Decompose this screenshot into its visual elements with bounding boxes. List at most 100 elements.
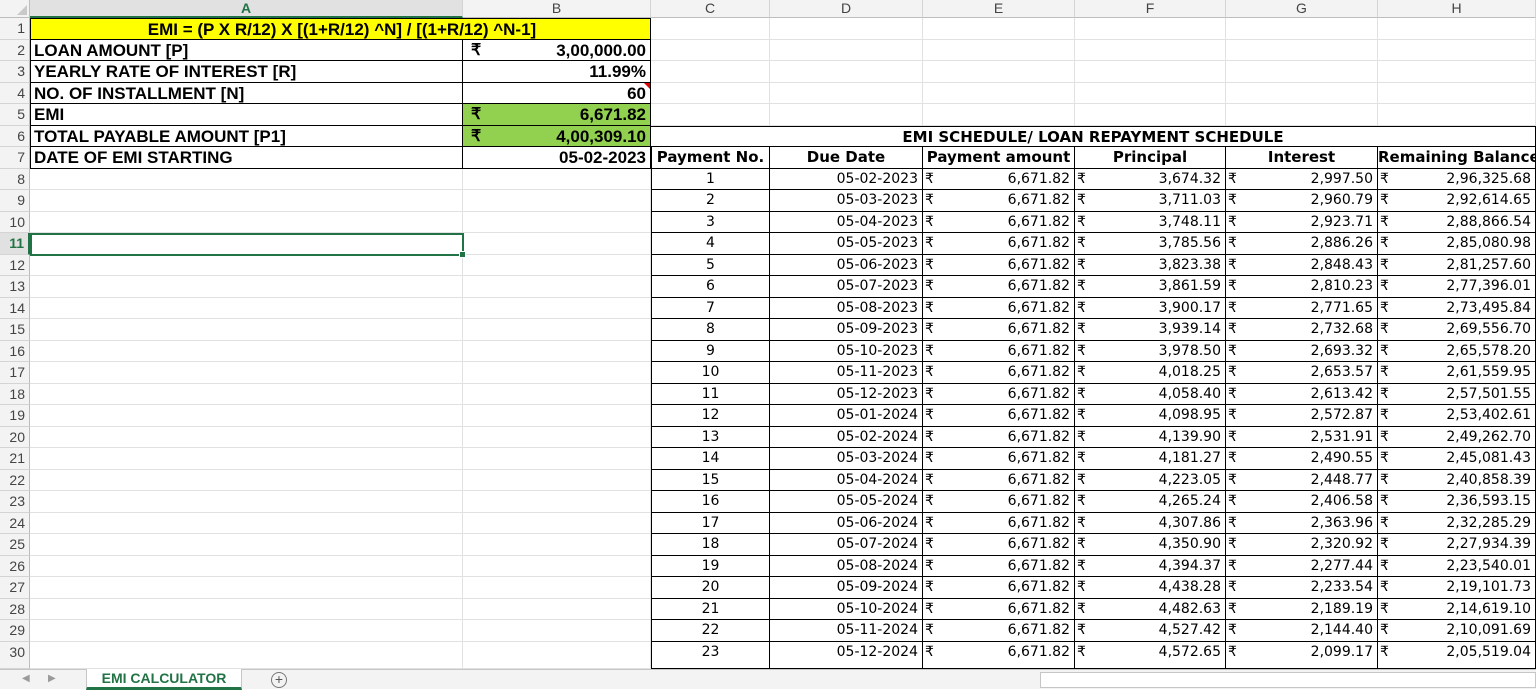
schedule-cell[interactable]: ₹6,671.82 [923,620,1075,642]
empty-cell[interactable] [463,276,651,298]
schedule-cell[interactable]: ₹2,57,501.55 [1378,383,1536,405]
column-header-g[interactable]: G [1226,0,1378,18]
schedule-cell[interactable]: 05-12-2023 [770,383,923,405]
schedule-cell[interactable]: ₹6,671.82 [923,254,1075,276]
empty-cell[interactable] [463,577,651,599]
empty-cell[interactable] [463,555,651,577]
schedule-cell[interactable]: ₹6,671.82 [923,641,1075,669]
schedule-header-payment-no[interactable]: Payment No. [651,147,770,169]
tab-scroll-right-icon[interactable]: ▶ [48,673,56,684]
empty-cell[interactable] [1226,82,1378,104]
schedule-cell[interactable]: ₹2,36,593.15 [1378,491,1536,513]
schedule-cell[interactable]: ₹2,45,081.43 [1378,448,1536,470]
schedule-cell[interactable]: 23 [651,641,770,669]
empty-cell[interactable] [463,383,651,405]
schedule-cell[interactable]: ₹6,671.82 [923,319,1075,341]
schedule-cell[interactable]: ₹3,674.32 [1075,168,1226,190]
schedule-cell[interactable]: 20 [651,577,770,599]
column-header-b[interactable]: B [463,0,651,18]
empty-cell[interactable] [923,82,1075,104]
add-sheet-icon[interactable]: + [271,672,287,688]
empty-cell[interactable] [30,620,463,642]
schedule-cell[interactable]: ₹6,671.82 [923,233,1075,255]
schedule-cell[interactable]: ₹6,671.82 [923,168,1075,190]
empty-cell[interactable] [1075,61,1226,83]
summary-label[interactable]: TOTAL PAYABLE AMOUNT [P1] [30,125,463,147]
schedule-cell[interactable]: ₹4,223.05 [1075,469,1226,491]
schedule-cell[interactable]: ₹3,748.11 [1075,211,1226,233]
schedule-header-interest[interactable]: Interest [1226,147,1378,169]
empty-cell[interactable] [30,319,463,341]
schedule-cell[interactable]: ₹2,771.65 [1226,297,1378,319]
schedule-cell[interactable]: 5 [651,254,770,276]
schedule-cell[interactable]: ₹2,189.19 [1226,598,1378,620]
schedule-cell[interactable]: ₹2,572.87 [1226,405,1378,427]
schedule-cell[interactable]: ₹2,531.91 [1226,426,1378,448]
schedule-cell[interactable]: ₹2,233.54 [1226,577,1378,599]
schedule-cell[interactable]: ₹2,613.42 [1226,383,1378,405]
schedule-cell[interactable]: ₹6,671.82 [923,534,1075,556]
row-header-28[interactable]: 28 [0,598,30,620]
schedule-cell[interactable]: ₹2,27,934.39 [1378,534,1536,556]
empty-cell[interactable] [463,211,651,233]
empty-cell[interactable] [30,276,463,298]
empty-cell[interactable] [770,104,923,126]
row-header-7[interactable]: 7 [0,147,30,169]
empty-cell[interactable] [463,598,651,620]
empty-cell[interactable] [1378,104,1536,126]
row-header-27[interactable]: 27 [0,577,30,599]
empty-cell[interactable] [30,190,463,212]
schedule-cell[interactable]: 8 [651,319,770,341]
column-header-f[interactable]: F [1075,0,1226,18]
schedule-cell[interactable]: 4 [651,233,770,255]
horizontal-scrollbar[interactable] [1040,672,1536,688]
schedule-cell[interactable]: 18 [651,534,770,556]
schedule-cell[interactable]: ₹6,671.82 [923,190,1075,212]
schedule-cell[interactable]: ₹6,671.82 [923,577,1075,599]
schedule-header-due-date[interactable]: Due Date [770,147,923,169]
empty-cell[interactable] [463,254,651,276]
schedule-cell[interactable]: 05-09-2024 [770,577,923,599]
empty-cell[interactable] [30,598,463,620]
schedule-cell[interactable]: ₹2,32,285.29 [1378,512,1536,534]
row-header-9[interactable]: 9 [0,190,30,212]
empty-cell[interactable] [1075,104,1226,126]
empty-cell[interactable] [923,61,1075,83]
schedule-cell[interactable]: 05-09-2023 [770,319,923,341]
schedule-cell[interactable]: ₹6,671.82 [923,512,1075,534]
schedule-cell[interactable]: ₹4,307.86 [1075,512,1226,534]
schedule-cell[interactable]: ₹4,350.90 [1075,534,1226,556]
schedule-cell[interactable]: ₹4,394.37 [1075,555,1226,577]
empty-cell[interactable] [463,534,651,556]
schedule-cell[interactable]: ₹2,448.77 [1226,469,1378,491]
row-header-21[interactable]: 21 [0,448,30,470]
schedule-cell[interactable]: 05-10-2024 [770,598,923,620]
schedule-cell[interactable]: ₹2,49,262.70 [1378,426,1536,448]
row-header-22[interactable]: 22 [0,469,30,491]
schedule-cell[interactable]: ₹2,73,495.84 [1378,297,1536,319]
schedule-cell[interactable]: ₹2,277.44 [1226,555,1378,577]
empty-cell[interactable] [30,211,463,233]
schedule-cell[interactable]: 05-04-2023 [770,211,923,233]
empty-cell[interactable] [463,233,651,255]
row-header-24[interactable]: 24 [0,512,30,534]
schedule-cell[interactable]: ₹4,265.24 [1075,491,1226,513]
row-header-23[interactable]: 23 [0,491,30,513]
schedule-cell[interactable]: ₹2,05,519.04 [1378,641,1536,669]
schedule-cell[interactable]: ₹2,099.17 [1226,641,1378,669]
empty-cell[interactable] [30,340,463,362]
schedule-cell[interactable]: 05-02-2024 [770,426,923,448]
empty-cell[interactable] [30,405,463,427]
schedule-cell[interactable]: 05-06-2024 [770,512,923,534]
schedule-cell[interactable]: 05-08-2023 [770,297,923,319]
schedule-cell[interactable]: ₹6,671.82 [923,211,1075,233]
select-all-corner[interactable] [0,0,30,18]
schedule-cell[interactable]: ₹2,65,578.20 [1378,340,1536,362]
schedule-cell[interactable]: ₹2,23,540.01 [1378,555,1536,577]
schedule-cell[interactable]: 7 [651,297,770,319]
schedule-header-payment-amount[interactable]: Payment amount [923,147,1075,169]
row-header-6[interactable]: 6 [0,125,30,147]
schedule-cell[interactable]: ₹6,671.82 [923,598,1075,620]
schedule-cell[interactable]: ₹4,018.25 [1075,362,1226,384]
schedule-cell[interactable]: 12 [651,405,770,427]
